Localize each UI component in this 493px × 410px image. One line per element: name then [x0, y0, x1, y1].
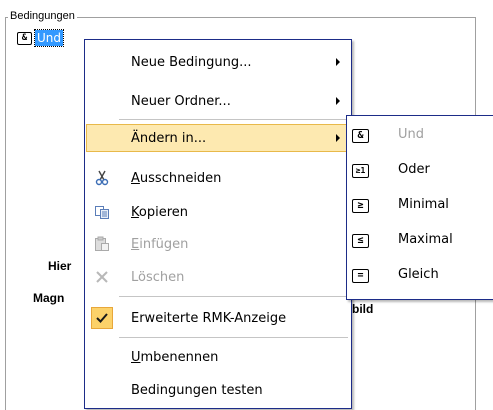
- operator-symbol: ≥1: [352, 164, 369, 178]
- checkbox-cell: [86, 304, 118, 332]
- submenu-item-minimal[interactable]: ≥ Minimal: [348, 187, 493, 221]
- and-condition-icon: &: [17, 31, 32, 45]
- copy-icon: [86, 198, 118, 226]
- submenu-arrow-icon: [336, 134, 340, 142]
- menu-separator: [119, 119, 348, 120]
- paste-icon: [86, 230, 118, 258]
- submenu-item-label: Maximal: [398, 231, 453, 247]
- menu-item-label: Umbenennen: [131, 349, 219, 365]
- menu-item-loeschen[interactable]: Löschen: [86, 263, 350, 291]
- menu-item-label: Erweiterte RMK-Anzeige: [131, 310, 287, 326]
- menu-item-aendern-in[interactable]: Ändern in...: [86, 124, 350, 152]
- equal-operator-icon: =: [352, 267, 369, 283]
- operator-symbol: =: [352, 269, 369, 283]
- menu-item-kopieren[interactable]: Kopieren: [86, 198, 350, 226]
- tree-node-und[interactable]: & Und: [17, 29, 65, 47]
- submenu-item-label: Gleich: [398, 266, 439, 282]
- submenu-item-label: Und: [398, 126, 425, 142]
- delete-icon: [86, 263, 118, 291]
- submenu-item-maximal[interactable]: ≤ Maximal: [348, 222, 493, 256]
- menu-item-label: Kopieren: [131, 204, 189, 220]
- menu-item-label: Einfügen: [131, 236, 189, 252]
- menu-item-label: Ausschneiden: [131, 170, 222, 186]
- menu-item-label: Bedingungen testen: [131, 382, 263, 398]
- menu-separator: [119, 296, 348, 297]
- groupbox-title: Bedingungen: [8, 9, 77, 23]
- menu-item-ausschneiden[interactable]: Ausschneiden: [86, 164, 350, 192]
- menu-separator: [119, 337, 348, 338]
- maximal-operator-icon: ≤: [352, 232, 369, 248]
- context-menu: Neue Bedingung... Neuer Ordner... Ändern…: [84, 39, 352, 409]
- submenu-arrow-icon: [336, 97, 340, 105]
- aendern-in-submenu: & Und ≥1 Oder ≥ Minimal ≤ Maximal = Glei…: [346, 115, 493, 300]
- scissors-icon: [86, 164, 118, 192]
- menu-item-bedingungen-testen[interactable]: Bedingungen testen: [86, 376, 350, 404]
- operator-symbol: ≤: [352, 234, 369, 248]
- submenu-item-label: Oder: [398, 161, 430, 177]
- and-operator-icon: &: [352, 127, 369, 143]
- menu-item-einfuegen[interactable]: Einfügen: [86, 230, 350, 258]
- background-label-hier: Hier: [48, 259, 72, 273]
- or-operator-icon: ≥1: [352, 162, 369, 178]
- menu-item-label: Neuer Ordner...: [131, 93, 231, 109]
- menu-item-umbenennen[interactable]: Umbenennen: [86, 343, 350, 371]
- checkmark-icon: [91, 307, 113, 329]
- submenu-item-gleich[interactable]: = Gleich: [348, 257, 493, 291]
- tree-node-label[interactable]: Und: [33, 29, 65, 47]
- background-label-bild: bild: [352, 302, 374, 316]
- operator-symbol: &: [352, 129, 369, 143]
- background-label-magn: Magn: [33, 291, 65, 305]
- menu-item-erweiterte-rmk-anzeige[interactable]: Erweiterte RMK-Anzeige: [86, 304, 350, 332]
- submenu-arrow-icon: [336, 58, 340, 66]
- submenu-item-oder[interactable]: ≥1 Oder: [348, 152, 493, 186]
- minimal-operator-icon: ≥: [352, 197, 369, 213]
- menu-item-label: Löschen: [131, 269, 185, 285]
- menu-item-neue-bedingung[interactable]: Neue Bedingung...: [86, 48, 350, 76]
- menu-item-label: Neue Bedingung...: [131, 54, 252, 70]
- operator-symbol: ≥: [352, 199, 369, 213]
- menu-item-label: Ändern in...: [131, 130, 207, 146]
- submenu-item-label: Minimal: [398, 196, 449, 212]
- menu-item-neuer-ordner[interactable]: Neuer Ordner...: [86, 87, 350, 115]
- submenu-item-und[interactable]: & Und: [348, 117, 493, 151]
